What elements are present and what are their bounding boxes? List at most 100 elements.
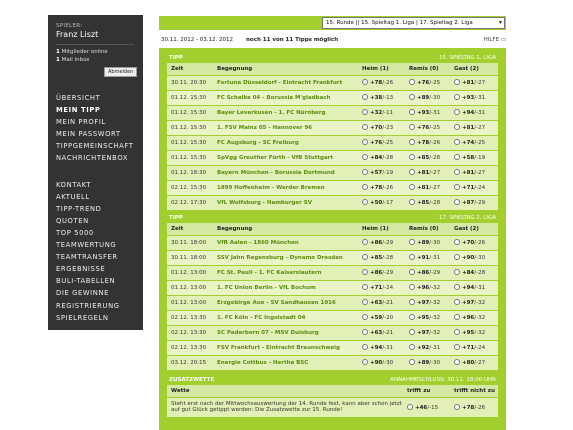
radio-away[interactable] — [454, 254, 460, 260]
nav-item-top-5000[interactable]: TOP 5000 — [56, 227, 143, 239]
nav-item-nachrichtenbox[interactable]: NACHRICHTENBOX — [56, 152, 143, 164]
match-name[interactable]: 1899 Hoffenheim - Werder Bremen — [213, 180, 358, 196]
radio-home[interactable] — [362, 94, 368, 100]
radio-draw[interactable] — [409, 154, 415, 160]
members-online[interactable]: 1 Mitglieder online — [56, 49, 143, 57]
match-name[interactable]: 1. FC Union Berlin - VfL Bochum — [213, 280, 358, 296]
radio-away[interactable] — [454, 329, 460, 335]
radio-away[interactable] — [454, 314, 460, 320]
match-row: 02.12. 13:30 1. FC Köln - FC Ingolstadt 0… — [167, 310, 498, 326]
radio-draw[interactable] — [409, 169, 415, 175]
nav-item-tippgemeinschaft[interactable]: TIPPGEMEINSCHAFT — [56, 140, 143, 152]
radio-draw[interactable] — [409, 329, 415, 335]
radio-home[interactable] — [362, 124, 368, 130]
match-name[interactable]: FC Augsburg - SC Freiburg — [213, 135, 358, 151]
match-name[interactable]: SpVgg Greuther Fürth - VfB Stuttgart — [213, 150, 358, 166]
nav-item-die-gewinne[interactable]: DIE GEWINNE — [56, 287, 143, 299]
radio-draw[interactable] — [409, 139, 415, 145]
radio-draw[interactable] — [409, 239, 415, 245]
nav-item-mein-passwort[interactable]: MEIN PASSWORT — [56, 128, 143, 140]
radio-draw[interactable] — [409, 124, 415, 130]
radio-draw[interactable] — [409, 344, 415, 350]
nav-item-tipp-trend[interactable]: TIPP-TREND — [56, 203, 143, 215]
nav-item-teamwertung[interactable]: TEAMWERTUNG — [56, 239, 143, 251]
radio-away[interactable] — [454, 109, 460, 115]
radio-home[interactable] — [362, 239, 368, 245]
radio-away[interactable] — [454, 139, 460, 145]
radio-draw[interactable] — [409, 299, 415, 305]
nav-item-übersicht[interactable]: ÜBERSICHT — [56, 92, 143, 104]
nav-item-aktuell[interactable]: AKTUELL — [56, 191, 143, 203]
radio-away[interactable] — [454, 284, 460, 290]
radio-home[interactable] — [362, 254, 368, 260]
radio-home[interactable] — [362, 154, 368, 160]
radio-draw[interactable] — [409, 359, 415, 365]
match-name[interactable]: Bayern München - Borussia Dortmund — [213, 165, 358, 181]
radio-away[interactable] — [454, 344, 460, 350]
radio-yes[interactable] — [407, 403, 413, 410]
radio-away[interactable] — [454, 154, 460, 160]
radio-away[interactable] — [454, 184, 460, 190]
nav-item-registrierung[interactable]: REGISTRIERUNG — [56, 300, 143, 312]
radio-away[interactable] — [454, 269, 460, 275]
radio-home[interactable] — [362, 344, 368, 350]
radio-away[interactable] — [454, 299, 460, 305]
radio-home[interactable] — [362, 314, 368, 320]
radio-home[interactable] — [362, 359, 368, 365]
radio-draw[interactable] — [409, 79, 415, 85]
match-name[interactable]: FC St. Pauli - 1. FC Kaiserslautern — [213, 265, 358, 281]
radio-home[interactable] — [362, 299, 368, 305]
radio-draw[interactable] — [409, 269, 415, 275]
radio-home[interactable] — [362, 199, 368, 205]
nav-item-spielregeln[interactable]: SPIELREGELN — [56, 312, 143, 324]
radio-away[interactable] — [454, 79, 460, 85]
match-name[interactable]: FC Schalke 04 - Borussia M'gladbach — [213, 90, 358, 106]
radio-away[interactable] — [454, 239, 460, 245]
radio-away[interactable] — [454, 359, 460, 365]
radio-draw[interactable] — [409, 284, 415, 290]
nav-item-mein-tipp[interactable]: MEIN TIPP — [56, 104, 143, 116]
radio-draw[interactable] — [409, 314, 415, 320]
match-name[interactable]: 1. FSV Mainz 05 - Hannover 96 — [213, 120, 358, 136]
radio-away[interactable] — [454, 94, 460, 100]
match-name[interactable]: SSV Jahn Regensburg - Dynamo Dresden — [213, 250, 358, 266]
radio-away[interactable] — [454, 169, 460, 175]
nav-item-quoten[interactable]: QUOTEN — [56, 215, 143, 227]
match-name[interactable]: SC Paderborn 07 - MSV Duisburg — [213, 325, 358, 341]
radio-home[interactable] — [362, 139, 368, 145]
round-select[interactable]: 15. Runde || 15. Spieltag 1. Liga | 17. … — [322, 17, 505, 29]
match-name[interactable]: Fortuna Düsseldorf - Eintracht Frankfurt — [213, 75, 358, 91]
radio-draw[interactable] — [409, 94, 415, 100]
match-name[interactable]: FSV Frankfurt - Eintracht Braunschweig — [213, 340, 358, 356]
radio-draw[interactable] — [409, 109, 415, 115]
match-name[interactable]: VfL Wolfsburg - Hamburger SV — [213, 195, 358, 211]
match-name[interactable]: Bayer Leverkusen - 1. FC Nürnberg — [213, 105, 358, 121]
radio-home[interactable] — [362, 329, 368, 335]
match-name[interactable]: VfR Aalen - 1860 München — [213, 235, 358, 251]
mail-inbox[interactable]: 1 Mail Inbox — [56, 57, 143, 65]
nav-item-ergebnisse[interactable]: ERGEBNISSE — [56, 263, 143, 275]
radio-away[interactable] — [454, 199, 460, 205]
match-name[interactable]: Erzgebirge Aue - SV Sandhausen 1916 — [213, 295, 358, 311]
match-name[interactable]: 1. FC Köln - FC Ingolstadt 04 — [213, 310, 358, 326]
radio-draw[interactable] — [409, 254, 415, 260]
logout-button[interactable]: Abmelden — [104, 67, 138, 77]
radio-home[interactable] — [362, 169, 368, 175]
col-draw: Remis (0) — [405, 63, 450, 76]
nav-item-mein-profil[interactable]: MEIN PROFIL — [56, 116, 143, 128]
nav-item-teamtransfer[interactable]: TEAMTRANSFER — [56, 251, 143, 263]
radio-away[interactable] — [454, 124, 460, 130]
radio-no[interactable] — [454, 403, 460, 410]
radio-home[interactable] — [362, 79, 368, 85]
user-label: SPIELER: — [56, 23, 83, 29]
radio-home[interactable] — [362, 184, 368, 190]
nav-item-kontakt[interactable]: KONTAKT — [56, 179, 143, 191]
nav-item-buli-tabellen[interactable]: BULI-TABELLEN — [56, 275, 143, 287]
radio-home[interactable] — [362, 269, 368, 275]
radio-home[interactable] — [362, 284, 368, 290]
radio-home[interactable] — [362, 109, 368, 115]
radio-draw[interactable] — [409, 184, 415, 190]
help-link[interactable]: HILFE ▭ — [484, 37, 506, 43]
match-name[interactable]: Energie Cottbus - Hertha BSC — [213, 355, 358, 371]
radio-draw[interactable] — [409, 199, 415, 205]
